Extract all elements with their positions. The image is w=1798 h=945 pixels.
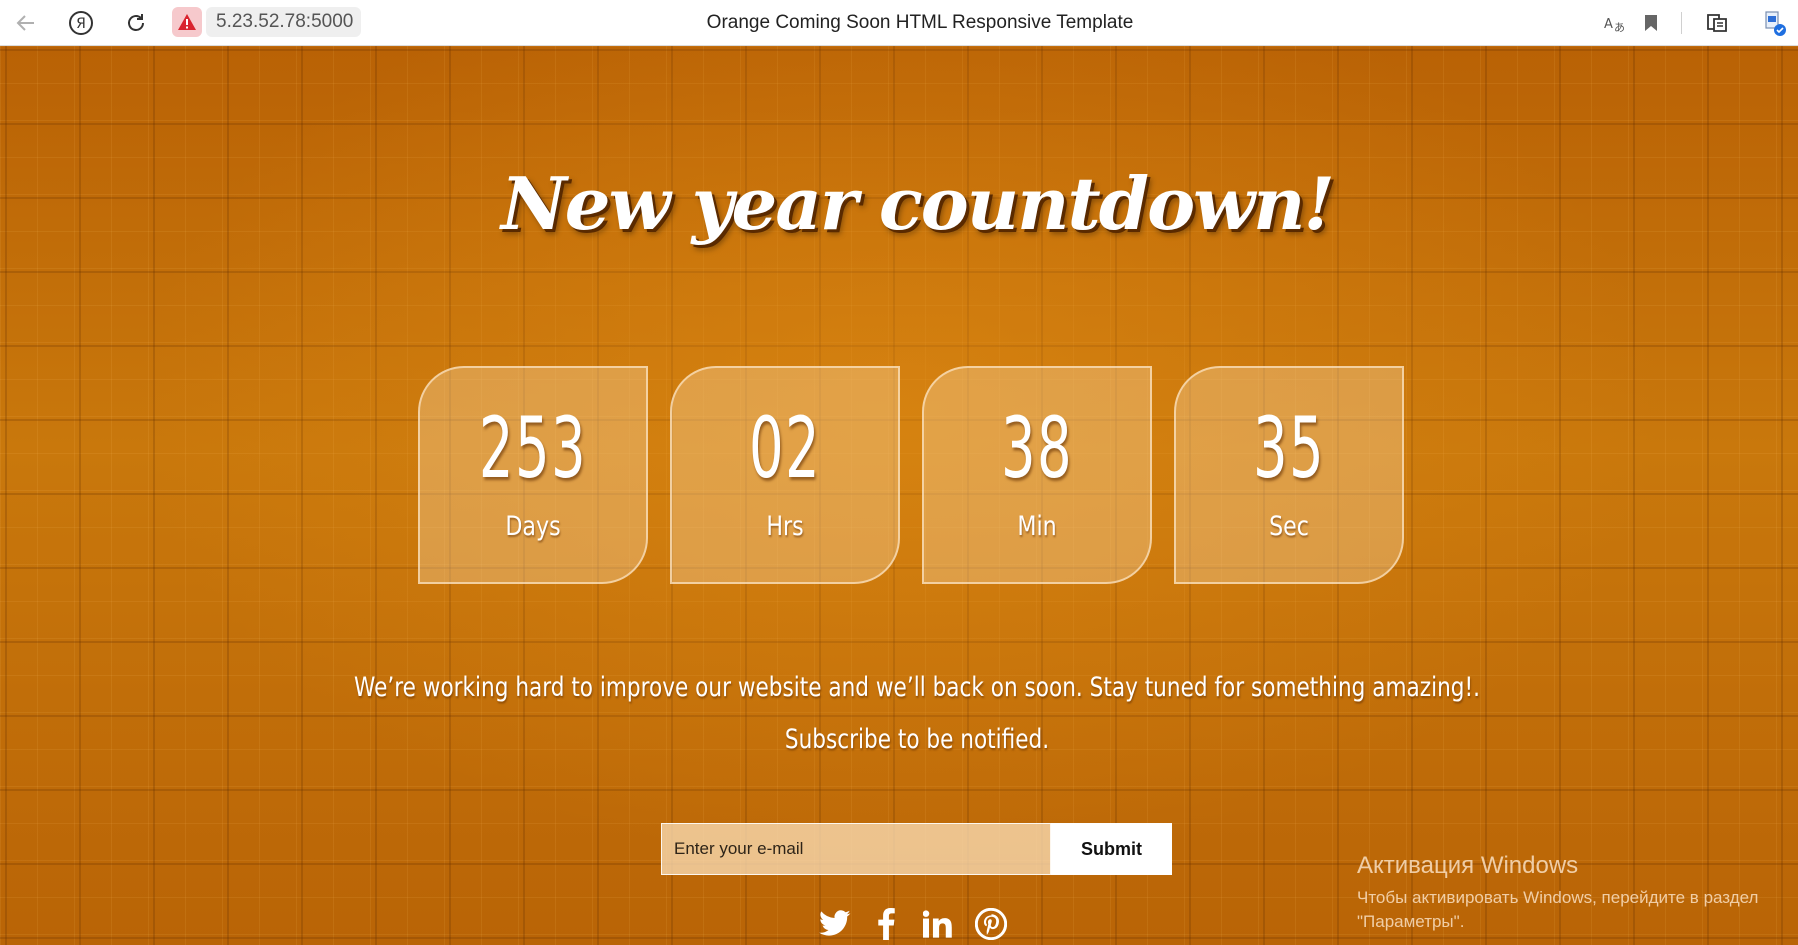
submit-button[interactable]: Submit	[1051, 823, 1172, 875]
svg-text:Я: Я	[76, 16, 86, 32]
browser-toolbar: Я 5.23.52.78:5000 Orange Coming Soon HTM…	[0, 0, 1798, 46]
countdown-value: 35	[1252, 399, 1326, 497]
toolbar-divider	[1681, 12, 1682, 34]
warning-icon[interactable]	[172, 7, 202, 37]
svg-text:A: A	[1604, 17, 1613, 32]
countdown-value: 38	[1000, 399, 1074, 497]
countdown-seconds: 35 Sec	[1174, 366, 1404, 584]
countdown-label: Days	[505, 511, 561, 542]
headline: New year countdown!	[500, 161, 1335, 246]
status-message: We’re working hard to improve our websit…	[353, 672, 1481, 703]
back-icon[interactable]	[12, 9, 40, 37]
countdown-value: 02	[748, 399, 822, 497]
countdown-label: Sec	[1269, 511, 1309, 542]
watermark-title: Активация Windows	[1357, 852, 1579, 879]
pinterest-icon[interactable]	[971, 904, 1011, 944]
countdown-days: 253 Days	[418, 366, 648, 584]
bookmark-icon[interactable]	[1637, 9, 1665, 37]
yandex-icon[interactable]: Я	[67, 9, 95, 37]
coming-soon-page: New year countdown! 253 Days 02 Hrs 38 M…	[0, 46, 1798, 945]
page-title: Orange Coming Soon HTML Responsive Templ…	[706, 12, 1134, 33]
reload-icon[interactable]	[122, 9, 150, 37]
countdown-label: Hrs	[766, 511, 804, 542]
watermark-line: Чтобы активировать Windows, перейдите в …	[1357, 888, 1759, 907]
twitter-icon[interactable]	[815, 904, 855, 944]
translate-icon[interactable]: Aあ	[1602, 9, 1630, 37]
reading-mode-icon[interactable]	[1703, 9, 1731, 37]
profile-icon[interactable]	[1760, 9, 1788, 37]
countdown-minutes: 38 Min	[922, 366, 1152, 584]
subscribe-message: Subscribe to be notified.	[784, 724, 1050, 755]
email-field[interactable]	[661, 823, 1051, 875]
watermark-line: "Параметры".	[1357, 912, 1465, 931]
countdown-hours: 02 Hrs	[670, 366, 900, 584]
address-bar[interactable]: 5.23.52.78:5000	[206, 7, 361, 37]
svg-text:あ: あ	[1614, 21, 1625, 33]
countdown-label: Min	[1017, 511, 1057, 542]
facebook-icon[interactable]	[866, 904, 906, 944]
countdown-value: 253	[478, 399, 588, 497]
linkedin-icon[interactable]	[918, 904, 958, 944]
